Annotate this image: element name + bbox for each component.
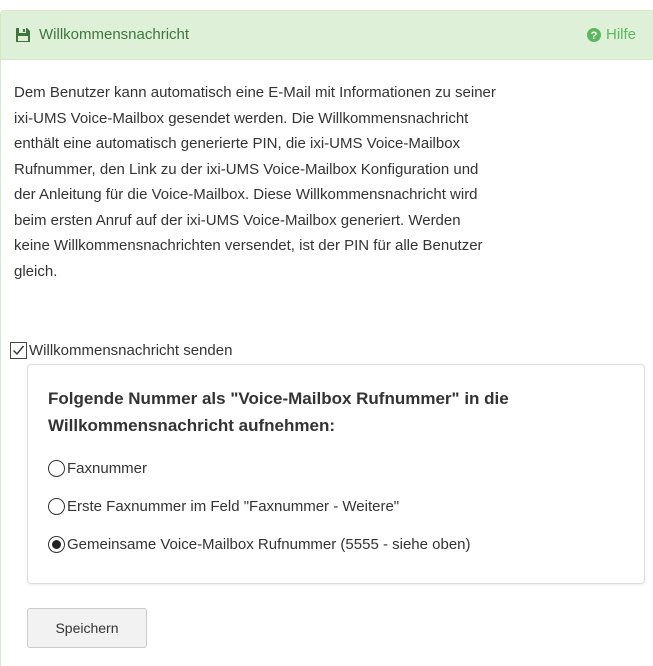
svg-text:?: ? [591, 30, 598, 42]
number-options-title-line: Folgende Nummer als "Voice-Mailbox Rufnu… [48, 389, 509, 408]
description-line: gleich. [14, 262, 58, 280]
description-line: ixi-UMS Voice-Mailbox gesendet werden. D… [14, 109, 469, 127]
description-line: beim ersten Anruf auf der ixi-UMS Voice-… [14, 211, 461, 229]
floppy-disk-icon [15, 27, 31, 43]
radio-option-erste-faxnummer[interactable]: Erste Faxnummer im Feld "Faxnummer - Wei… [48, 498, 399, 515]
number-options-box: Folgende Nummer als "Voice-Mailbox Rufnu… [27, 364, 645, 584]
panel-title: Willkommensnachricht [15, 26, 189, 43]
number-options-title-line: Willkommensnachricht aufnehmen: [48, 416, 336, 435]
radio-button[interactable] [48, 460, 65, 477]
radio-button-selected[interactable] [48, 536, 65, 553]
radio-option-faxnummer[interactable]: Faxnummer [48, 460, 147, 477]
send-welcome-checkbox[interactable] [10, 342, 27, 359]
description-line: enthält eine automatisch generierte PIN,… [14, 135, 461, 152]
checkmark-icon [13, 345, 25, 356]
description-text: Dem Benutzer kann automatisch eine E-Mai… [14, 80, 642, 284]
radio-label: Erste Faxnummer im Feld "Faxnummer - Wei… [67, 498, 400, 515]
radio-button[interactable] [48, 498, 65, 515]
panel-title-text: Willkommensnachricht [39, 26, 190, 43]
description-line: Dem Benutzer kann automatisch eine E-Mai… [14, 84, 496, 101]
send-welcome-checkbox-row[interactable]: Willkommensnachricht senden [10, 342, 232, 359]
page: Willkommensnachricht ? Hilfe Dem Benutze… [0, 0, 653, 666]
panel-heading: Willkommensnachricht ? Hilfe [1, 11, 653, 60]
number-options-title: Folgende Nummer als "Voice-Mailbox Rufnu… [48, 385, 628, 439]
radio-label: Faxnummer [67, 460, 148, 477]
question-circle-icon: ? [587, 27, 601, 42]
send-welcome-label: Willkommensnachricht senden [29, 342, 233, 359]
description-line: Rufnummer, den Link zu der ixi-UMS Voice… [14, 160, 479, 178]
help-link[interactable]: ? Hilfe [587, 26, 636, 43]
help-label: Hilfe [606, 26, 637, 43]
description-line: der Anleitung für die Voice-Mailbox. Die… [14, 186, 478, 203]
save-button[interactable]: Speichern [27, 608, 147, 648]
radio-label: Gemeinsame Voice-Mailbox Rufnummer (5555… [67, 536, 471, 553]
description-line: keine Willkommensnachrichten versendet, … [14, 237, 483, 254]
radio-option-gemeinsame-rufnummer[interactable]: Gemeinsame Voice-Mailbox Rufnummer (5555… [48, 536, 471, 553]
